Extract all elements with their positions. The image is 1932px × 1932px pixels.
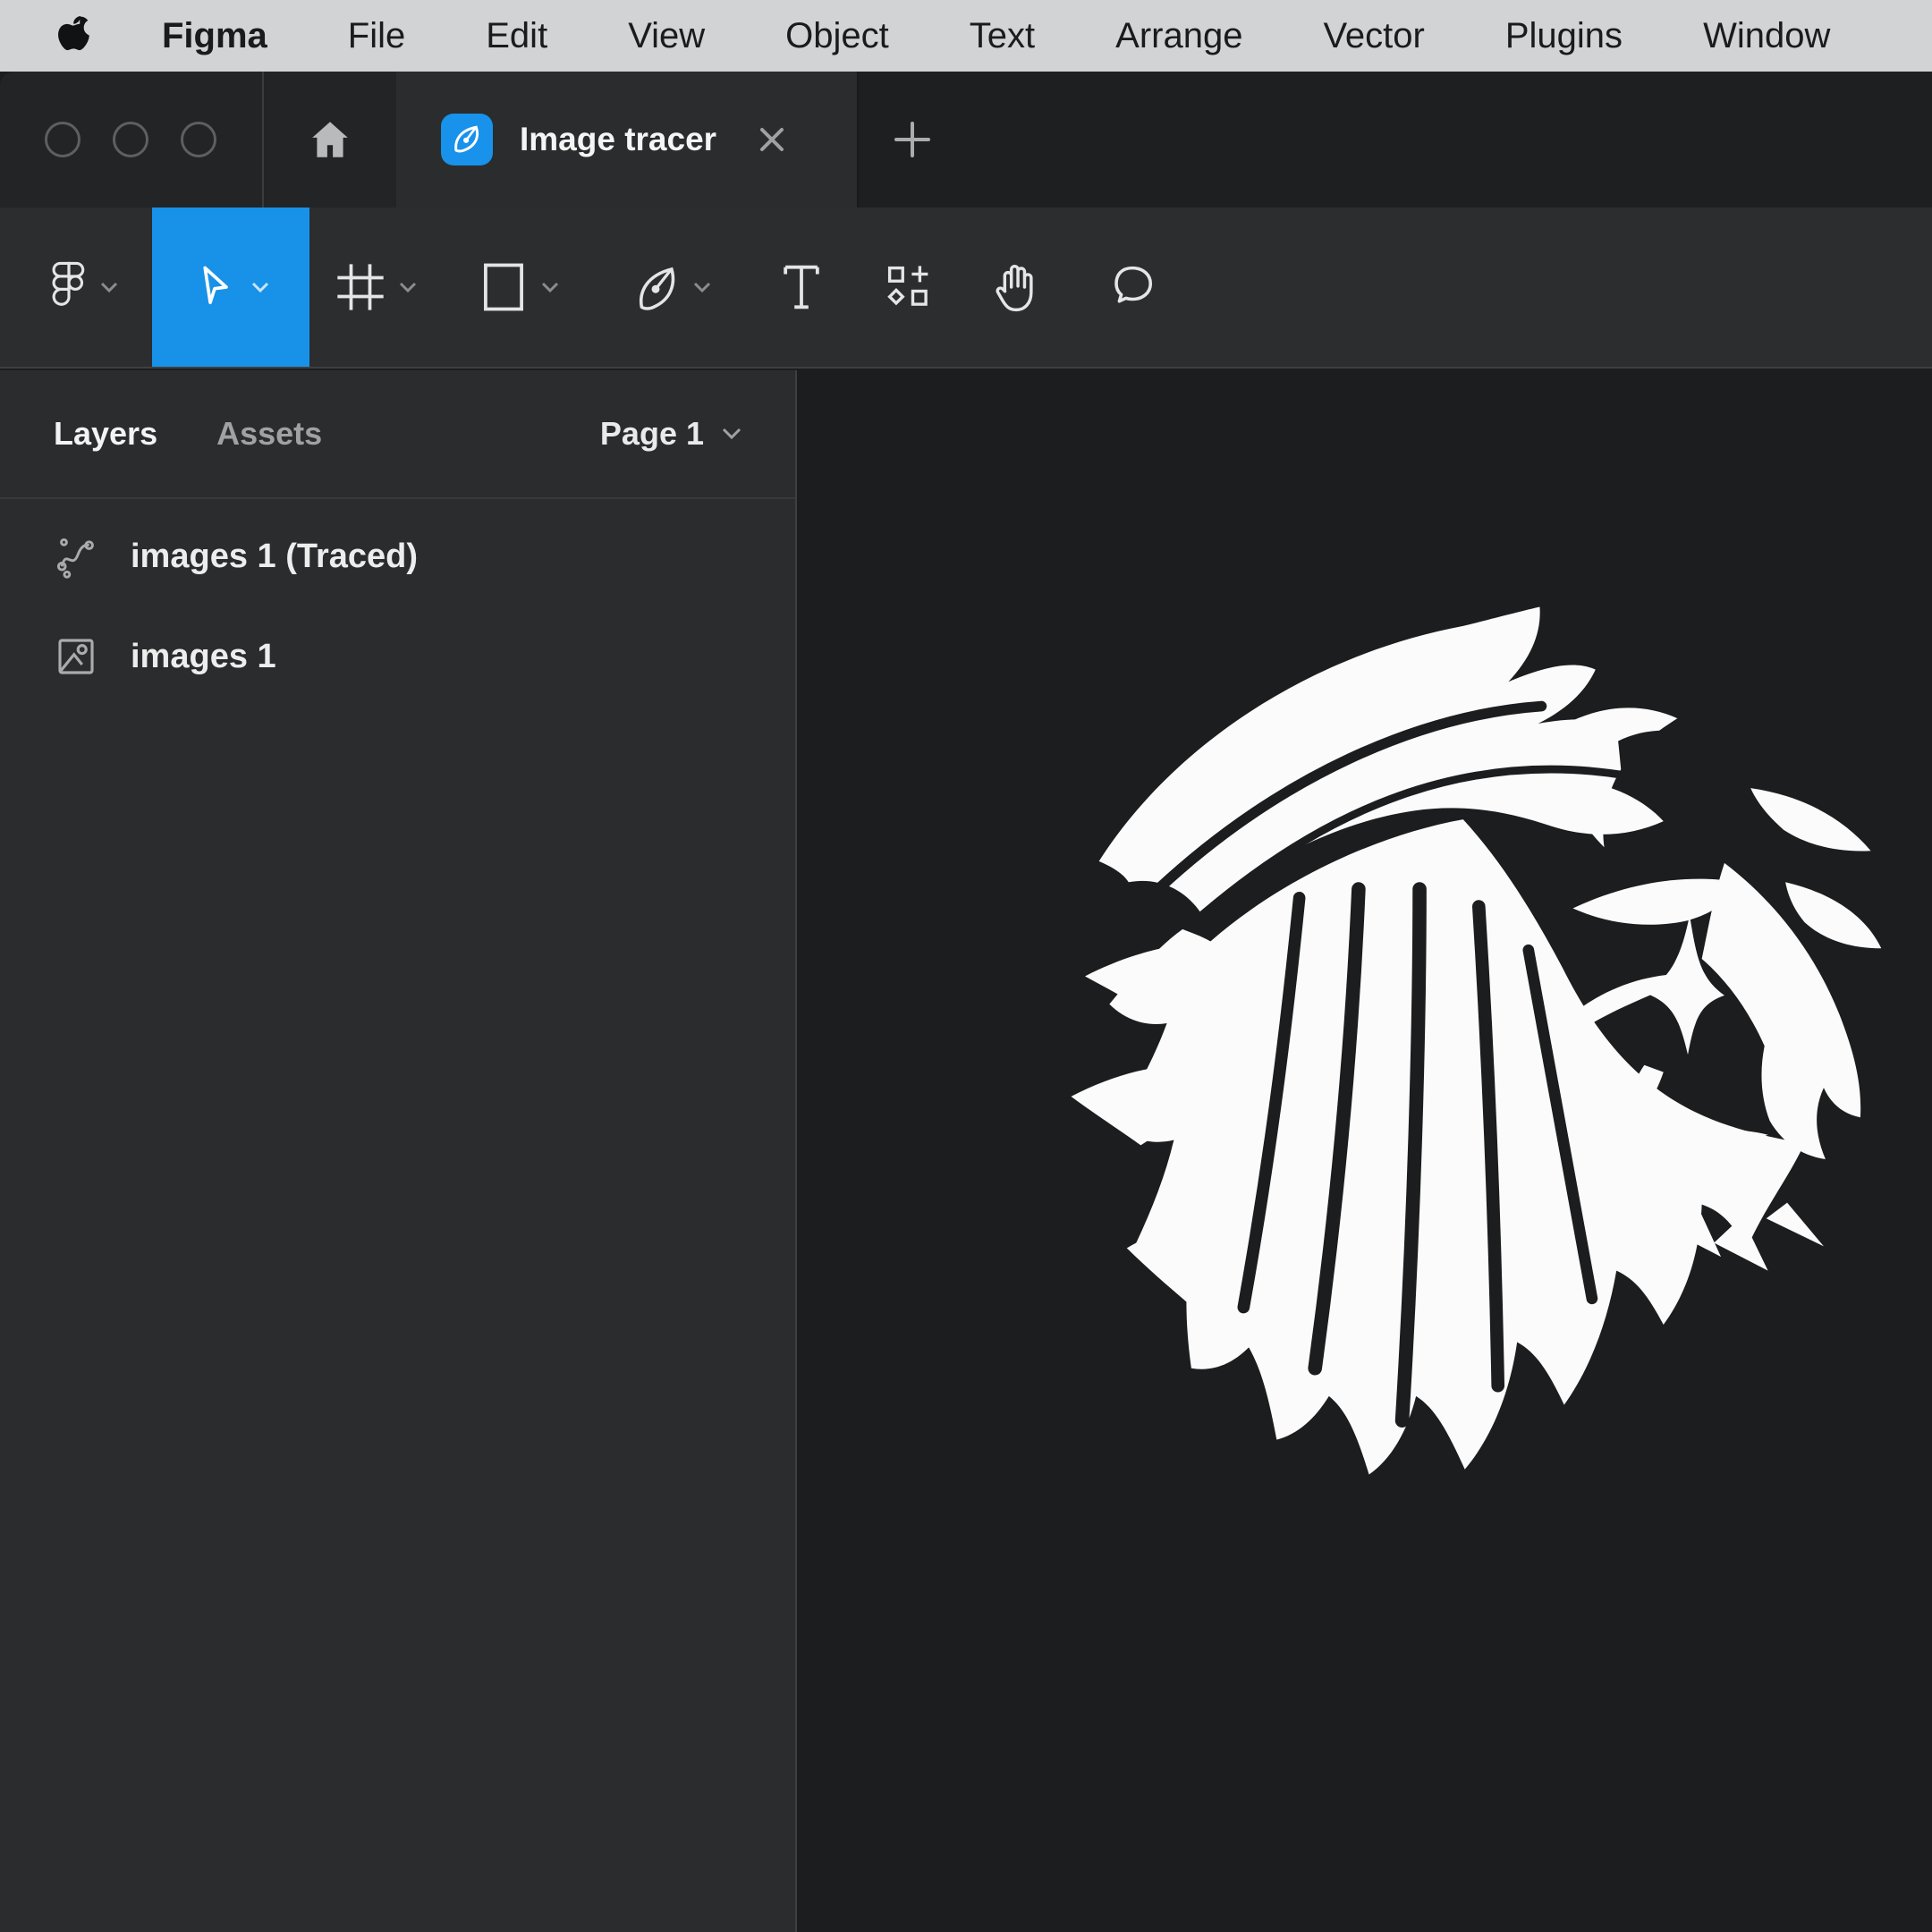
- menu-item-arrange[interactable]: Arrange: [1075, 16, 1283, 56]
- menu-item-view[interactable]: View: [588, 16, 745, 56]
- frame-tool-button[interactable]: [309, 208, 444, 367]
- page-selector-label: Page 1: [600, 415, 704, 453]
- chevron-down-icon: [398, 281, 418, 293]
- window-tab-bar: Image tracer: [0, 72, 1932, 208]
- canvas[interactable]: [799, 370, 1932, 1932]
- menu-item-edit[interactable]: Edit: [445, 16, 588, 56]
- chevron-down-icon: [250, 281, 270, 293]
- lion-logo-artwork: [1054, 601, 1890, 1482]
- home-tab[interactable]: [262, 72, 396, 208]
- menu-item-object[interactable]: Object: [745, 16, 929, 56]
- image-tracer-plugin-icon: [441, 114, 493, 165]
- plus-icon[interactable]: [891, 118, 934, 161]
- figma-app-screen: Figma File Edit View Object Text Arrange…: [0, 0, 1932, 1932]
- menu-item-plugins[interactable]: Plugins: [1465, 16, 1663, 56]
- image-icon: [52, 632, 100, 681]
- layer-name: images 1: [131, 638, 276, 676]
- main-menu-button[interactable]: [18, 208, 152, 367]
- page-selector[interactable]: Page 1: [600, 415, 743, 453]
- pen-tool-button[interactable]: [596, 208, 748, 367]
- toolbar: [0, 208, 1932, 369]
- chevron-down-icon: [720, 427, 743, 441]
- layer-name: images 1 (Traced): [131, 538, 418, 576]
- text-icon: [777, 261, 826, 313]
- apple-icon: [53, 13, 92, 59]
- menu-item-text[interactable]: Text: [929, 16, 1075, 56]
- layer-row-image[interactable]: images 1: [0, 614, 795, 699]
- shape-tool-button[interactable]: [444, 208, 596, 367]
- comment-icon: [1108, 263, 1157, 311]
- tab-title: Image tracer: [520, 121, 716, 158]
- apple-menu[interactable]: [23, 13, 122, 59]
- hand-tool-button[interactable]: [962, 208, 1070, 367]
- tab-assets[interactable]: Assets: [216, 415, 322, 453]
- hand-icon: [991, 260, 1041, 314]
- layers-panel-header: Layers Assets Page 1: [0, 370, 795, 499]
- tab-image-tracer[interactable]: Image tracer: [396, 72, 857, 208]
- comment-tool-button[interactable]: [1070, 208, 1195, 367]
- tab-strip-empty: [857, 72, 1932, 208]
- close-icon[interactable]: [756, 123, 788, 156]
- move-tool-button[interactable]: [152, 208, 309, 367]
- layer-row-traced[interactable]: images 1 (Traced): [0, 513, 795, 599]
- menu-item-figma[interactable]: Figma: [122, 16, 308, 56]
- traffic-lights: [0, 72, 262, 208]
- frame-icon: [335, 262, 386, 312]
- tab-layers[interactable]: Layers: [54, 415, 157, 453]
- menu-item-file[interactable]: File: [308, 16, 445, 56]
- chevron-down-icon: [540, 281, 560, 293]
- window-close-button[interactable]: [45, 122, 80, 157]
- text-tool-button[interactable]: [748, 208, 855, 367]
- pen-icon: [631, 261, 680, 313]
- layers-panel: Layers Assets Page 1 images 1 (Traced): [0, 370, 797, 1932]
- chevron-down-icon: [99, 281, 119, 293]
- window-zoom-button[interactable]: [181, 122, 216, 157]
- menu-item-vector[interactable]: Vector: [1283, 16, 1464, 56]
- rectangle-icon: [479, 261, 528, 313]
- move-cursor-icon: [191, 262, 238, 312]
- menu-item-window[interactable]: Window: [1663, 16, 1870, 56]
- macos-menu-bar: Figma File Edit View Object Text Arrange…: [0, 0, 1932, 72]
- vector-path-icon: [52, 532, 100, 580]
- resources-icon: [885, 263, 933, 311]
- resources-button[interactable]: [855, 208, 962, 367]
- figma-logo-icon: [51, 261, 87, 313]
- home-icon: [308, 117, 352, 162]
- chevron-down-icon: [692, 281, 712, 293]
- window-minimize-button[interactable]: [113, 122, 148, 157]
